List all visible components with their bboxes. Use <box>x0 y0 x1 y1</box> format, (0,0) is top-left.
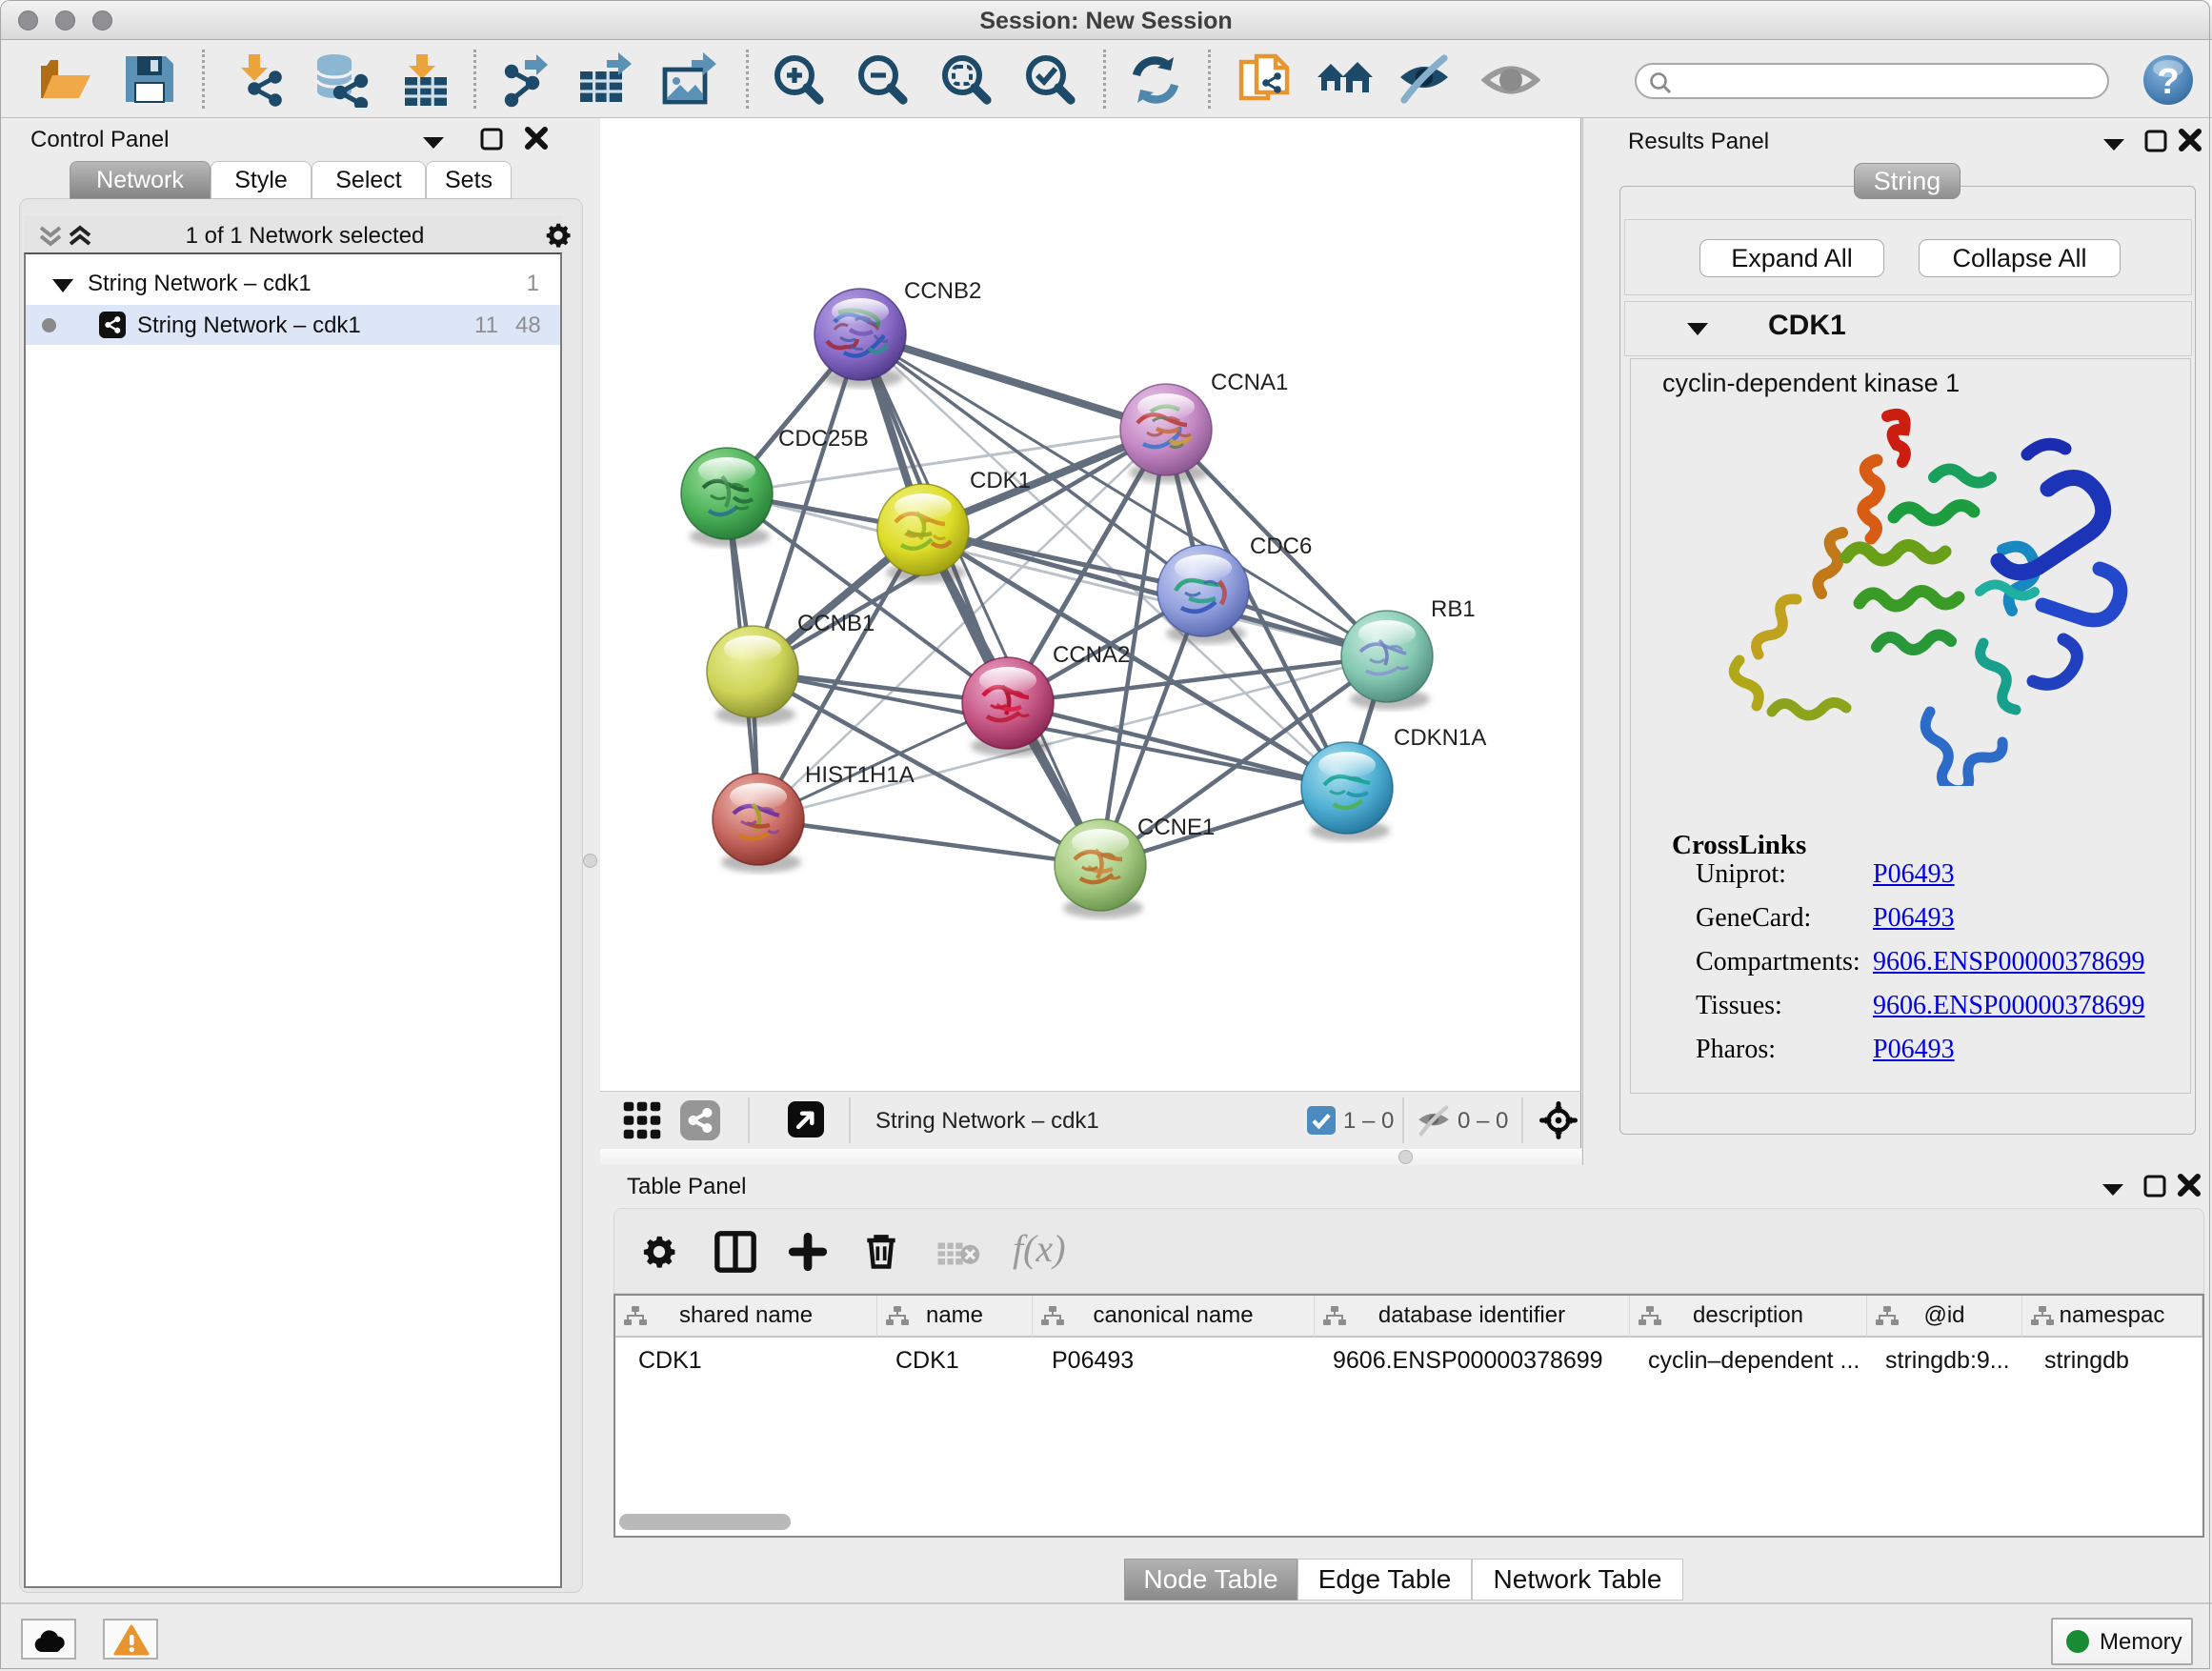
svg-text:CCNA1: CCNA1 <box>1211 370 1288 395</box>
svg-text:CCNA2: CCNA2 <box>1053 642 1130 668</box>
svg-text:CCNB2: CCNB2 <box>904 278 981 304</box>
svg-text:CDKN1A: CDKN1A <box>1394 725 1486 751</box>
svg-text:RB1: RB1 <box>1431 596 1476 622</box>
svg-text:CDC25B: CDC25B <box>778 426 869 452</box>
svg-text:?: ? <box>2157 62 2179 102</box>
svg-text:CCNB1: CCNB1 <box>797 611 875 636</box>
svg-text:CDC6: CDC6 <box>1250 534 1312 559</box>
svg-text:HIST1H1A: HIST1H1A <box>805 762 915 788</box>
svg-text:CDK1: CDK1 <box>970 468 1031 493</box>
svg-text:CCNE1: CCNE1 <box>1137 815 1215 840</box>
